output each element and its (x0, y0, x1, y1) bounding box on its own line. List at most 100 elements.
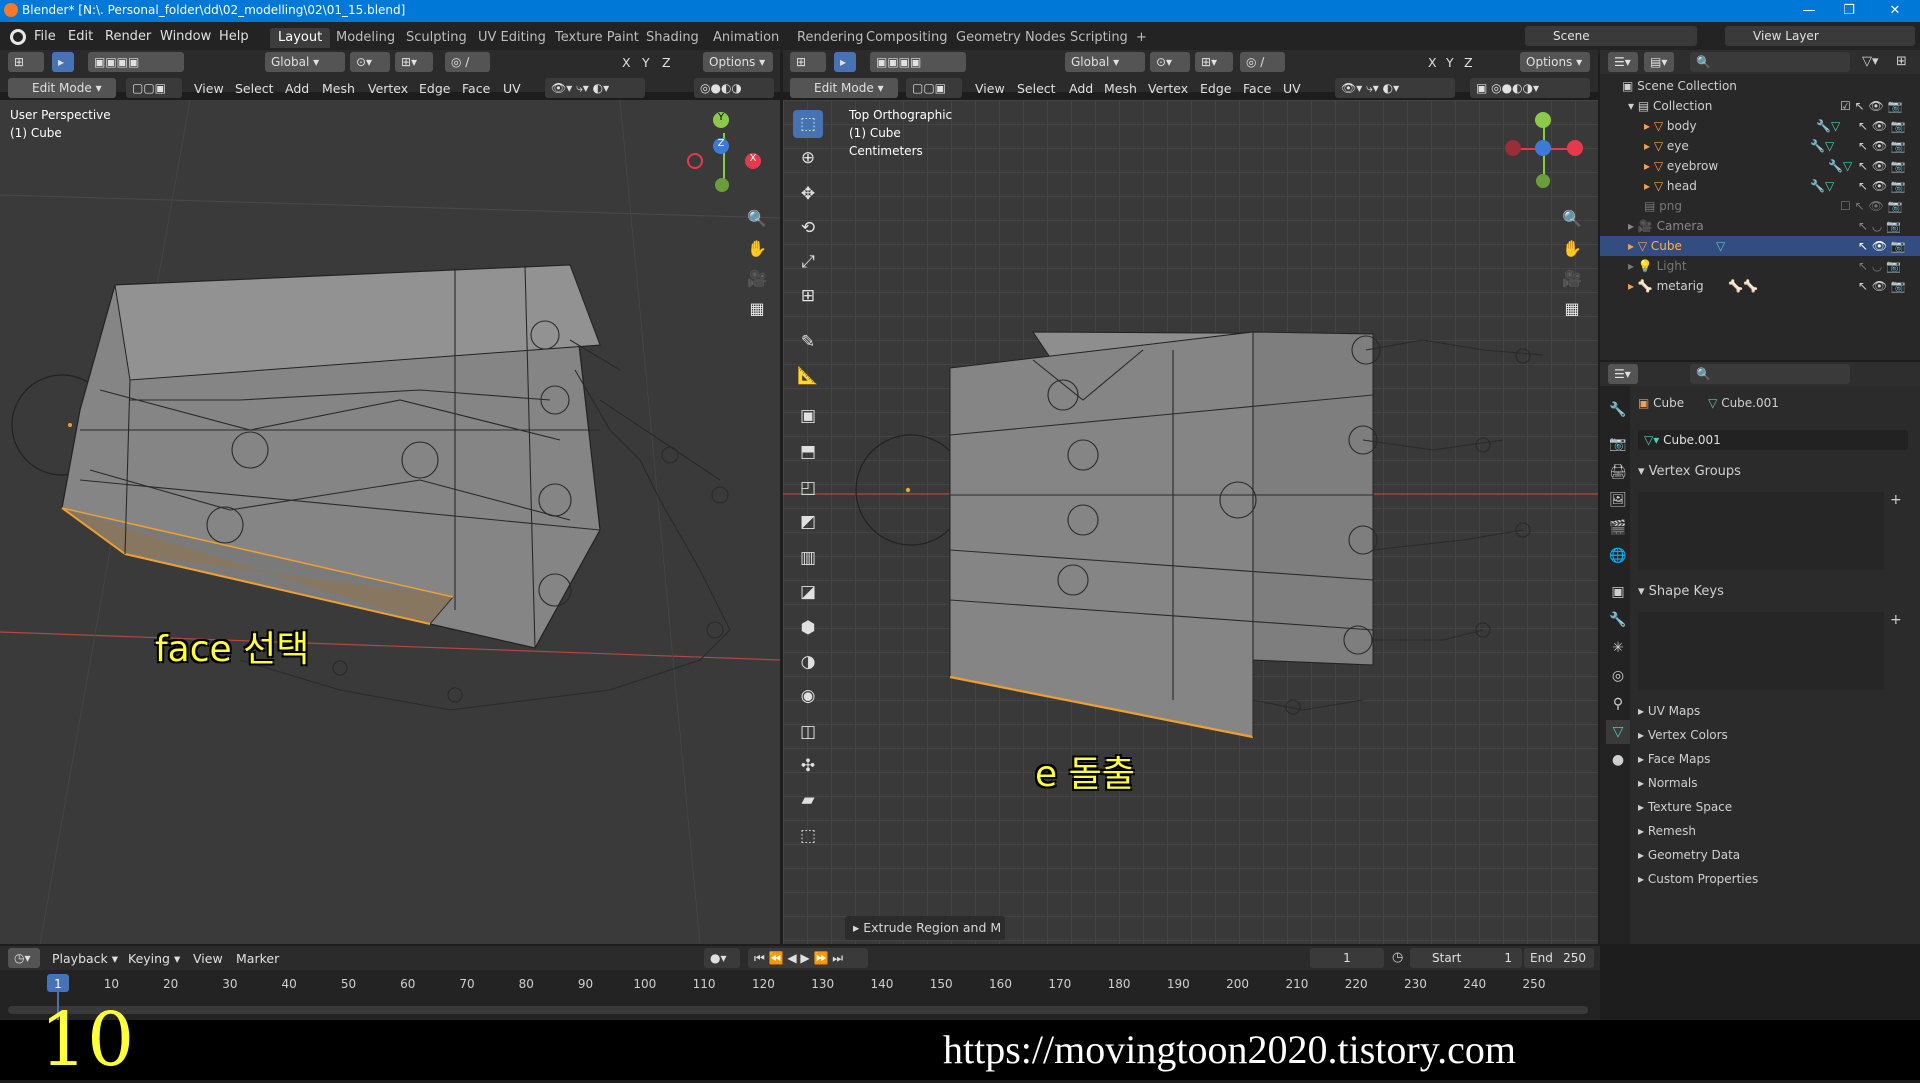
outliner-item-body[interactable]: ▸ ▽ body 🔧▽ ↖ 👁 📷 (1600, 116, 1920, 136)
snap-toggle[interactable]: ⊞▾ (395, 52, 433, 72)
select-mode-button[interactable]: ▸ (52, 52, 74, 72)
knife-tool-icon[interactable]: ◪ (793, 578, 823, 606)
edge-slide-tool-icon[interactable]: ◫ (793, 718, 823, 746)
menu-view[interactable]: View (194, 81, 224, 96)
pivot-dropdown[interactable]: ⊙▾ (350, 52, 390, 72)
tab-scripting[interactable]: Scripting (1062, 28, 1136, 48)
orientation-dropdown[interactable]: Global ▾ (265, 52, 345, 72)
right-orientation-dropdown[interactable]: Global ▾ (1065, 52, 1145, 72)
outliner-item-png[interactable]: ▤ png ☐ ↖ 👁 📷 (1600, 196, 1920, 216)
shrink-fatten-tool-icon[interactable]: ✣ (793, 752, 823, 780)
constraints-properties-icon[interactable]: ⚲ (1606, 692, 1630, 716)
rotate-tool-icon[interactable]: ⟲ (793, 214, 823, 242)
right-menu-add[interactable]: Add (1069, 81, 1093, 96)
modifier-properties-icon[interactable]: 🔧 (1606, 608, 1630, 632)
timeline-scrollbar[interactable] (8, 1006, 1588, 1014)
menu-edit[interactable]: Edit (68, 29, 93, 44)
outliner-item-cube[interactable]: ▸ ▽ Cube ▽ ↖ 👁 📷 (1600, 236, 1920, 256)
add-cube-tool-icon[interactable]: ▣ (793, 402, 823, 430)
outliner-display-mode[interactable]: ▤▾ (1644, 52, 1674, 72)
right-snap-toggle[interactable]: ⊞▾ (1195, 52, 1233, 72)
gizmo-overlay-toggles[interactable]: 👁▾ ⤷▾ ◐▾ (545, 78, 645, 98)
close-button[interactable]: ✕ (1872, 0, 1918, 22)
tab-geometry-nodes[interactable]: Geometry Nodes (948, 28, 1074, 48)
start-frame-field[interactable]: Start 1 (1410, 948, 1522, 968)
vertex-groups-list[interactable] (1638, 492, 1884, 570)
shape-keys-list[interactable] (1638, 612, 1884, 690)
timeline-playback-menu[interactable]: Playback ▾ (52, 951, 118, 966)
vertex-group-add-button[interactable]: + (1890, 492, 1902, 508)
tab-shading[interactable]: Shading (638, 28, 707, 48)
outliner-search-field[interactable]: 🔍 (1690, 52, 1850, 72)
right-menu-vertex[interactable]: Vertex (1148, 81, 1188, 96)
blender-menu-icon[interactable] (10, 29, 26, 45)
gizmo-x-axis[interactable]: X (745, 153, 761, 169)
zoom-icon[interactable]: 🔍 (743, 205, 771, 233)
mesh-data-properties-icon[interactable]: ▽ (1606, 720, 1630, 744)
menu-add[interactable]: Add (285, 81, 309, 96)
menu-mesh[interactable]: Mesh (322, 81, 355, 96)
select-box-tool-icon[interactable]: ⬚ (793, 110, 823, 138)
playback-controls[interactable]: ⏮ ⏪ ◀ ▶ ⏩ ⏭ (748, 948, 868, 968)
gizmo-z-axis[interactable]: Z (713, 138, 729, 154)
scene-properties-icon[interactable]: 🎬 (1606, 516, 1630, 540)
world-properties-icon[interactable]: 🌐 (1606, 544, 1630, 568)
menu-render[interactable]: Render (105, 29, 151, 44)
rip-tool-icon[interactable]: ⬚ (793, 822, 823, 850)
view-layer-properties-icon[interactable]: 🖼 (1606, 488, 1630, 512)
right-pan-hand-icon[interactable]: ✋ (1558, 235, 1586, 263)
right-gizmo-y-axis[interactable] (1535, 112, 1551, 128)
properties-editor-type[interactable]: ☰▾ (1608, 364, 1638, 384)
right-editor-type-button[interactable]: ⊞ (790, 52, 826, 72)
tab-sculpting[interactable]: Sculpting (398, 28, 475, 48)
section-normals[interactable]: ▸ Normals (1638, 776, 1698, 790)
menu-vertex[interactable]: Vertex (368, 81, 408, 96)
editor-type-button[interactable]: ⊞ (8, 52, 44, 72)
perspective-grid-icon[interactable]: ▦ (743, 295, 771, 323)
maximize-button[interactable]: ❐ (1826, 0, 1872, 22)
clock-icon[interactable]: ◷ (1392, 950, 1403, 965)
output-properties-icon[interactable]: 🖨 (1606, 460, 1630, 484)
menu-uv[interactable]: UV (503, 81, 521, 96)
tab-uv-editing[interactable]: UV Editing (470, 28, 554, 48)
mirror-z-toggle[interactable]: Z (662, 55, 671, 70)
right-menu-view[interactable]: View (975, 81, 1005, 96)
shading-mode-buttons[interactable]: ◎●◐◑ (694, 78, 774, 98)
right-selection-mode-buttons[interactable]: ▢▢▣ (906, 78, 962, 98)
right-select-box-modes[interactable]: ▣▣▣▣ (870, 52, 966, 72)
right-select-mode-button[interactable]: ▸ (834, 52, 856, 72)
smooth-tool-icon[interactable]: ◉ (793, 682, 823, 710)
section-vertex-colors[interactable]: ▸ Vertex Colors (1638, 728, 1728, 742)
menu-window[interactable]: Window (160, 29, 211, 44)
mode-dropdown[interactable]: Edit Mode ▾ (8, 78, 116, 98)
right-3d-viewport[interactable]: Top Orthographic (1) Cube Centimeters 🔍 … (783, 100, 1598, 944)
right-menu-uv[interactable]: UV (1283, 81, 1301, 96)
right-navigation-gizmo[interactable] (1505, 110, 1585, 190)
gizmo-y-axis[interactable]: Y (713, 112, 729, 128)
timeline-editor-type[interactable]: ◷▾ (8, 948, 40, 968)
current-frame-field[interactable]: 1 (1310, 948, 1384, 968)
section-vertex-groups[interactable]: ▾ Vertex Groups (1638, 464, 1741, 479)
right-gizmo-z-axis[interactable] (1535, 140, 1551, 156)
left-3d-viewport[interactable]: User Perspective (1) Cube Y Z X 🔍 ✋ 🎥 ▦ (0, 100, 780, 944)
outliner-item-metarig[interactable]: ▸ 🦴 metarig 🦴🦴 ↖ 👁 📷 (1600, 276, 1920, 296)
outliner-item-eye[interactable]: ▸ ▽ eye 🔧▽ ↖ 👁 📷 (1600, 136, 1920, 156)
object-properties-icon[interactable]: ▣ (1606, 580, 1630, 604)
proportional-edit[interactable]: ◎ ∕ (445, 52, 490, 72)
right-mode-dropdown[interactable]: Edit Mode ▾ (790, 78, 898, 98)
particles-properties-icon[interactable]: ✳ (1606, 636, 1630, 660)
tool-properties-icon[interactable]: 🔧 (1606, 398, 1630, 422)
right-menu-edge[interactable]: Edge (1200, 81, 1231, 96)
new-collection-icon[interactable]: ⊞ (1896, 54, 1907, 69)
menu-help[interactable]: Help (219, 29, 249, 44)
menu-face[interactable]: Face (462, 81, 490, 96)
mirror-y-toggle[interactable]: Y (642, 55, 650, 70)
view-layer-selector[interactable]: View Layer (1725, 26, 1915, 46)
menu-edge[interactable]: Edge (419, 81, 450, 96)
right-mirror-z-toggle[interactable]: Z (1464, 55, 1473, 70)
tab-modeling[interactable]: Modeling (328, 28, 403, 48)
shear-tool-icon[interactable]: ▰ (793, 786, 823, 814)
add-workspace-button[interactable]: + (1128, 28, 1155, 48)
outliner-scene-collection[interactable]: ▣ Scene Collection (1600, 76, 1920, 96)
cursor-tool-icon[interactable]: ⊕ (793, 144, 823, 172)
